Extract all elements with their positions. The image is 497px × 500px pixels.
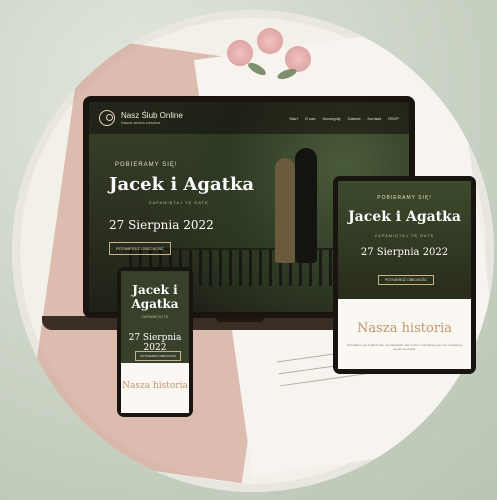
hero-eyebrow: POBIERAMY SIĘ! xyxy=(115,162,178,168)
flowers-decoration xyxy=(217,20,327,90)
tablet-story-section: Nasza historia Poznaliśmy się w 2015 rok… xyxy=(338,299,471,369)
phone-story-section: Nasza historia xyxy=(121,363,189,413)
tablet-screen: POBIERAMY SIĘ! Jacek i Agatka ZAPAMIĘTAJ… xyxy=(338,181,471,369)
tablet-device: POBIERAMY SIĘ! Jacek i Agatka ZAPAMIĘTAJ… xyxy=(333,176,476,374)
phone-save-date: ZAPAMIĘTAJ TĘ xyxy=(141,315,169,319)
tablet-date: 27 Sierpnia 2022 xyxy=(360,247,449,258)
hero-names: Jacek i Agatka xyxy=(109,174,255,195)
navbar: Nasz Ślub Online Nasza strona weselna St… xyxy=(89,102,409,134)
nav-item-start[interactable]: Start xyxy=(289,116,297,121)
tablet-rsvp-button[interactable]: POTWIERDŹ OBECNOŚĆ xyxy=(378,275,435,285)
leaf xyxy=(276,66,298,82)
phone-device: Jacek i Agatka ZAPAMIĘTAJ TĘ 27 Sierpnia… xyxy=(117,267,193,417)
tablet-names: Jacek i Agatka xyxy=(348,209,461,225)
couple-photo xyxy=(275,148,319,268)
brand-title: Nasz Ślub Online xyxy=(121,111,183,120)
tablet-story-text: Poznaliśmy się w 2015 roku na wakacjach … xyxy=(346,343,463,351)
rsvp-button[interactable]: POTWIERDŹ OBECNOŚĆ xyxy=(109,242,172,255)
brand-subtitle: Nasza strona weselna xyxy=(121,120,161,125)
rings-logo-icon[interactable] xyxy=(99,110,115,126)
nav-item-rsvp[interactable]: RSVP xyxy=(388,116,399,121)
groom-figure xyxy=(295,148,317,263)
nav-item-gallery[interactable]: Galeria xyxy=(348,116,361,121)
nav-item-details[interactable]: Szczegóły xyxy=(322,116,340,121)
tablet-story-title: Nasza historia xyxy=(357,321,452,336)
flower xyxy=(257,28,283,54)
hero-date: 27 Sierpnia 2022 xyxy=(109,218,214,232)
phone-names: Jacek i Agatka xyxy=(131,283,179,311)
phone-date: 27 Sierpnia 2022 xyxy=(128,333,182,353)
leaf xyxy=(246,60,268,78)
brand[interactable]: Nasz Ślub Online Nasza strona weselna xyxy=(121,111,183,125)
tablet-eyebrow: POBIERAMY SIĘ! xyxy=(377,195,432,201)
phone-story-title: Nasza historia xyxy=(122,381,188,391)
nav-item-contact[interactable]: Kontakt xyxy=(368,116,382,121)
nav-item-about[interactable]: O nas xyxy=(305,116,316,121)
hero-save-date: ZAPAMIĘTAJ TĘ DATĘ xyxy=(149,200,209,205)
phone-rsvp-button[interactable]: POTWIERDŹ OBECNOŚĆ xyxy=(135,351,182,361)
nav-menu: Start O nas Szczegóły Galeria Kontakt RS… xyxy=(289,116,399,121)
bride-figure xyxy=(275,158,295,263)
tablet-save-date: ZAPAMIĘTAJ TĘ DATĘ xyxy=(374,233,435,238)
phone-screen: Jacek i Agatka ZAPAMIĘTAJ TĘ 27 Sierpnia… xyxy=(121,271,189,413)
